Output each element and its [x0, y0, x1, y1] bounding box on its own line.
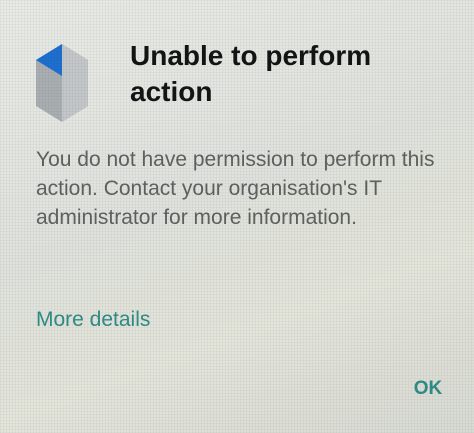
alert-dialog: Unable to perform action You do not have…: [0, 0, 474, 433]
device-admin-icon: [36, 44, 88, 122]
dialog-title: Unable to perform action: [130, 40, 372, 107]
dialog-message: You do not have permission to perform th…: [36, 148, 435, 229]
more-details-link[interactable]: More details: [36, 306, 150, 334]
ok-button[interactable]: OK: [400, 372, 456, 406]
